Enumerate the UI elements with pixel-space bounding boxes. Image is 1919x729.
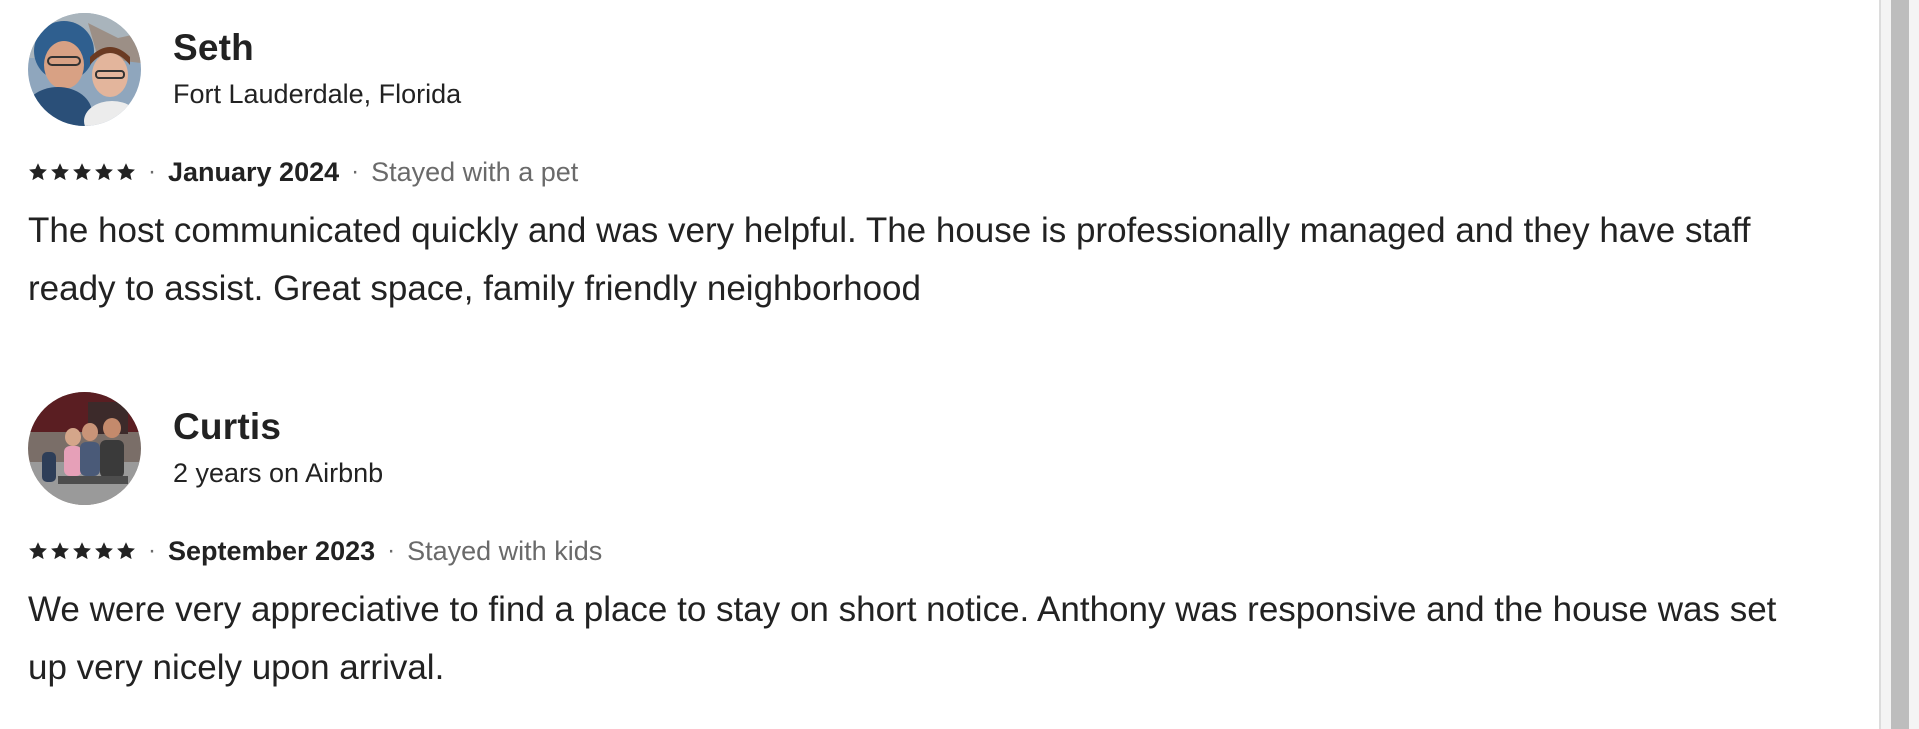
reviewer-info: Seth Fort Lauderdale, Florida [173,26,461,112]
separator-dot: · [148,158,156,185]
review-card: Curtis 2 years on Airbnb · September 202… [28,391,1848,697]
avatar-photo-icon [28,391,141,505]
review-meta: · January 2024 · Stayed with a pet [28,152,1848,192]
star-icon [73,542,91,560]
star-rating [28,162,136,182]
star-icon [73,163,91,181]
star-icon [95,163,113,181]
scrollbar-thumb[interactable] [1891,0,1909,729]
star-icon [51,163,69,181]
review-card: Seth Fort Lauderdale, Florida · January … [28,12,1848,318]
reviewer-info: Curtis 2 years on Airbnb [173,405,383,491]
star-rating [28,541,136,561]
star-icon [51,542,69,560]
star-icon [117,542,135,560]
review-text: We were very appreciative to find a plac… [28,590,1777,687]
avatar[interactable] [28,12,141,126]
scrollbar[interactable] [1879,0,1919,729]
separator-dot: · [148,537,156,564]
reviewer-name[interactable]: Curtis [173,405,383,449]
star-icon [117,163,135,181]
stay-type: Stayed with kids [407,535,603,566]
separator-dot: · [387,537,396,564]
review-text: The host communicated quickly and was ve… [28,211,1751,308]
reviewer-header: Curtis 2 years on Airbnb [28,391,1848,505]
review-meta: · September 2023 · Stayed with kids [28,531,1848,571]
reviews-page: Seth Fort Lauderdale, Florida · January … [0,0,1919,729]
avatar-photo-icon [28,12,141,126]
reviewer-tenure: 2 years on Airbnb [173,458,384,488]
reviewer-name[interactable]: Seth [173,26,461,70]
separator-dot: · [351,158,360,185]
star-icon [29,542,47,560]
review-date: January 2024 [168,156,340,187]
star-icon [95,542,113,560]
reviewer-location: Fort Lauderdale, Florida [173,79,462,109]
stay-type: Stayed with a pet [371,156,579,187]
review-date: September 2023 [168,535,376,566]
star-icon [29,163,47,181]
avatar[interactable] [28,391,141,505]
reviewer-header: Seth Fort Lauderdale, Florida [28,12,1848,126]
